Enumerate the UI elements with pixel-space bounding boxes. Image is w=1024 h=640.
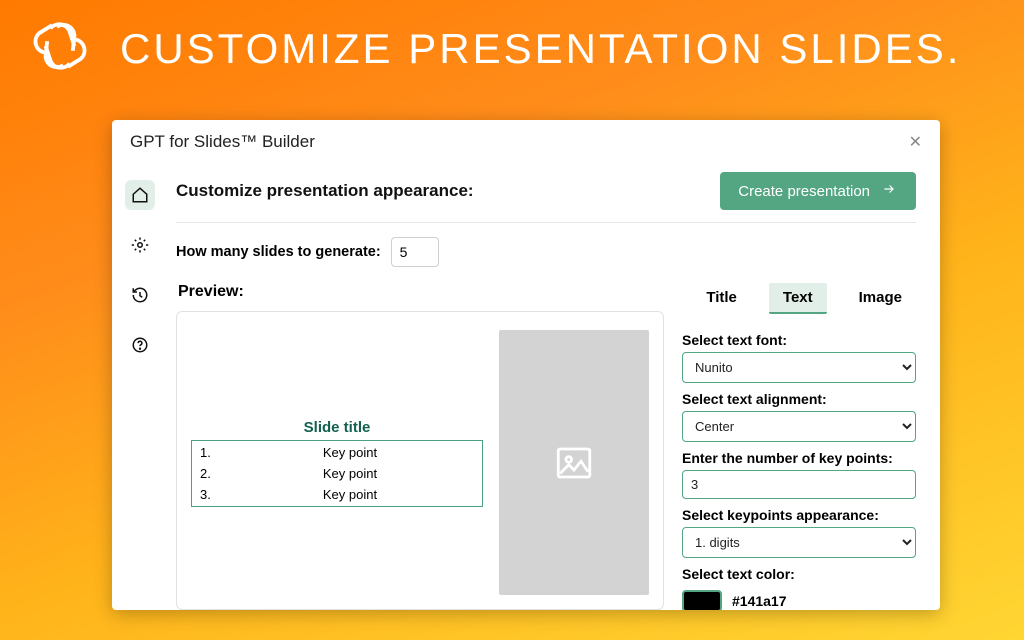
- color-label: Select text color:: [682, 566, 916, 582]
- panel-titlebar: GPT for Slides™ Builder ✕: [112, 120, 940, 162]
- section-heading: Customize presentation appearance:: [176, 181, 474, 201]
- table-row: 3.Key point: [194, 485, 480, 504]
- alignment-select[interactable]: Center: [682, 411, 916, 442]
- color-swatch[interactable]: [682, 590, 722, 610]
- font-select[interactable]: Nunito: [682, 352, 916, 383]
- preview-card: Slide title 1.Key point 2.Key point 3.Ke…: [176, 311, 664, 610]
- builder-panel: GPT for Slides™ Builder ✕ Customize pres…: [112, 120, 940, 610]
- nav-history[interactable]: [125, 280, 155, 310]
- kp-count-input[interactable]: [682, 470, 916, 499]
- main-area: Customize presentation appearance: Creat…: [168, 162, 940, 610]
- tab-text[interactable]: Text: [769, 283, 827, 314]
- nav-home[interactable]: [125, 180, 155, 210]
- slide-text-area: Slide title 1.Key point 2.Key point 3.Ke…: [191, 330, 483, 595]
- create-presentation-button[interactable]: Create presentation: [720, 172, 916, 210]
- kp-count-label: Enter the number of key points:: [682, 450, 916, 466]
- slides-count-input[interactable]: [391, 237, 439, 267]
- preview-label: Preview:: [178, 283, 664, 301]
- align-label: Select text alignment:: [682, 391, 916, 407]
- table-row: 1.Key point: [194, 443, 480, 462]
- properties-panel: Title Text Image Select text font: Nunit…: [682, 277, 916, 610]
- hero-title: CUSTOMIZE PRESENTATION SLIDES.: [120, 25, 961, 73]
- close-button[interactable]: ✕: [909, 132, 922, 152]
- kp-appearance-select[interactable]: 1. digits: [682, 527, 916, 558]
- keypoints-table: 1.Key point 2.Key point 3.Key point: [191, 440, 483, 507]
- tab-image[interactable]: Image: [845, 283, 916, 314]
- font-label: Select text font:: [682, 332, 916, 348]
- sidebar: [112, 162, 168, 610]
- panel-title: GPT for Slides™ Builder: [130, 132, 315, 152]
- slides-count-label: How many slides to generate:: [176, 244, 381, 260]
- nav-help[interactable]: [125, 330, 155, 360]
- create-button-label: Create presentation: [738, 183, 870, 200]
- table-row: 2.Key point: [194, 464, 480, 483]
- tabs: Title Text Image: [682, 283, 916, 314]
- kp-appearance-label: Select keypoints appearance:: [682, 507, 916, 523]
- arrow-right-icon: [880, 182, 898, 200]
- hero-bar: CUSTOMIZE PRESENTATION SLIDES.: [0, 0, 1024, 83]
- brand-logo-icon: [28, 14, 92, 83]
- color-hex: #141a17: [732, 593, 787, 609]
- slide-title: Slide title: [304, 419, 371, 436]
- image-placeholder: [499, 330, 649, 595]
- nav-settings[interactable]: [125, 230, 155, 260]
- tab-title[interactable]: Title: [692, 283, 751, 314]
